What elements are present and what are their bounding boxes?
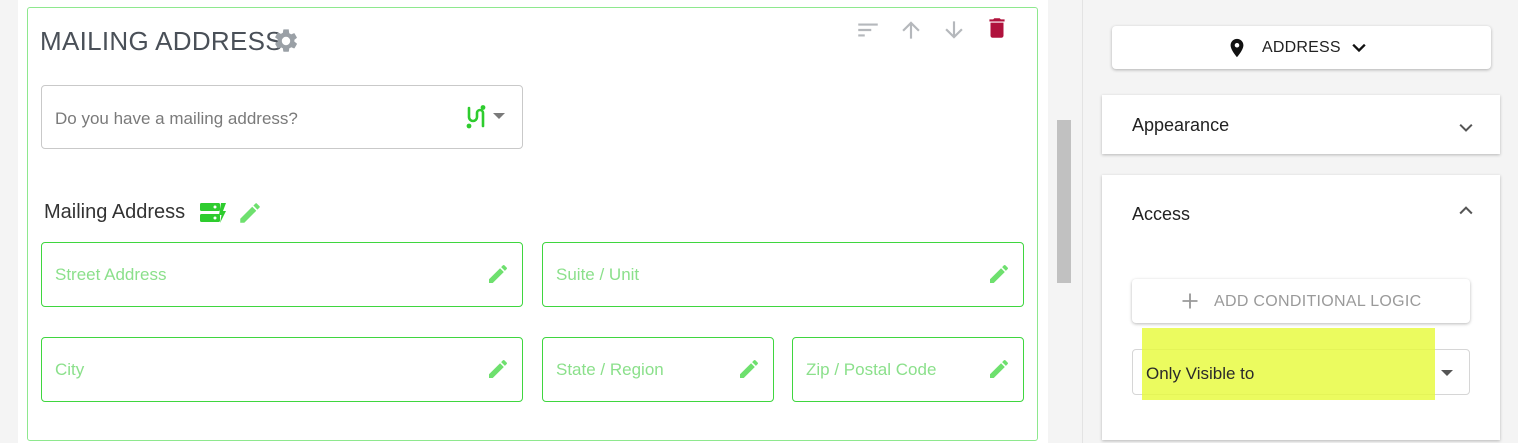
edit-pencil-icon[interactable]: [237, 200, 263, 226]
city-label: City: [55, 360, 85, 379]
appearance-title: Appearance: [1132, 115, 1230, 135]
chevron-up-icon[interactable]: [1456, 201, 1476, 221]
suite-unit-field[interactable]: Suite / Unit: [542, 242, 1024, 307]
canvas-scrollbar-thumb[interactable]: [1057, 120, 1071, 283]
edit-pencil-icon[interactable]: [486, 262, 510, 286]
state-region-field[interactable]: State / Region: [542, 337, 774, 402]
street-address-field[interactable]: Street Address: [41, 242, 523, 307]
select-placeholder: Do you have a mailing address?: [55, 109, 298, 128]
zip-postal-code-field[interactable]: Zip / Postal Code: [792, 337, 1024, 402]
address-group-icon[interactable]: [199, 201, 227, 225]
dropdown-arrow-icon[interactable]: [1441, 370, 1453, 376]
address-group-label: Mailing Address: [44, 201, 186, 223]
appearance-panel[interactable]: Appearance: [1102, 95, 1500, 154]
gear-icon[interactable]: [272, 27, 300, 55]
delete-icon[interactable]: [984, 15, 1010, 41]
section-title: MAILING ADDRESS: [40, 26, 283, 56]
form-canvas: MAILING ADDRESS Do you have a mailing ad…: [0, 0, 1082, 443]
app-root: MAILING ADDRESS Do you have a mailing ad…: [0, 0, 1518, 443]
conditional-logic-icon[interactable]: [464, 104, 488, 130]
element-type-label: ADDRESS: [1262, 39, 1341, 56]
state-region-label: State / Region: [556, 360, 664, 379]
add-conditional-logic-button[interactable]: ADD CONDITIONAL LOGIC: [1132, 279, 1470, 323]
sort-icon[interactable]: [855, 17, 881, 43]
suite-unit-label: Suite / Unit: [556, 265, 640, 284]
arrow-up-icon[interactable]: [898, 17, 924, 43]
zip-postal-code-label: Zip / Postal Code: [806, 360, 937, 379]
chevron-down-icon[interactable]: [493, 113, 505, 119]
access-title: Access: [1132, 204, 1191, 224]
chevron-down-icon[interactable]: [1456, 118, 1476, 138]
plus-icon: [1182, 293, 1198, 309]
element-type-button[interactable]: ADDRESS: [1112, 26, 1491, 69]
edit-pencil-icon[interactable]: [987, 262, 1011, 286]
chevron-down-icon: [1352, 43, 1366, 53]
street-address-label: Street Address: [55, 265, 167, 284]
visibility-select-value: Only Visible to: [1146, 364, 1255, 383]
mailing-address-question-select[interactable]: Do you have a mailing address?: [41, 85, 523, 149]
add-conditional-logic-label: ADD CONDITIONAL LOGIC: [1214, 293, 1422, 310]
edit-pencil-icon[interactable]: [737, 357, 761, 381]
arrow-down-icon[interactable]: [941, 17, 967, 43]
edit-pencil-icon[interactable]: [987, 357, 1011, 381]
location-pin-icon: [1230, 38, 1244, 58]
city-field[interactable]: City: [41, 337, 523, 402]
edit-pencil-icon[interactable]: [486, 357, 510, 381]
